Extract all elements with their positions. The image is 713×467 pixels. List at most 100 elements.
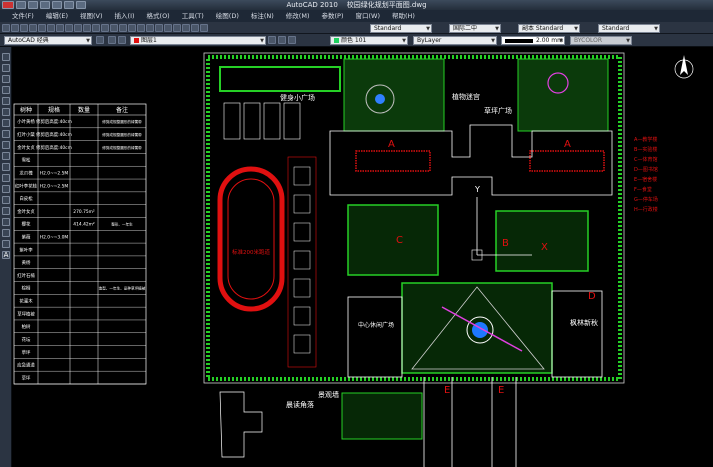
paste-icon[interactable] <box>74 24 82 32</box>
circle-icon[interactable] <box>2 119 10 127</box>
layer-iso-icon[interactable] <box>288 36 296 44</box>
mtext-icon[interactable]: A <box>2 251 10 259</box>
menu-bar: 文件(F) 编辑(E) 视图(V) 插入(I) 格式(O) 工具(T) 绘图(D… <box>0 10 713 22</box>
court <box>293 334 311 354</box>
pan-icon[interactable] <box>110 24 118 32</box>
dormitory-outline <box>219 391 263 458</box>
menu-view[interactable]: 视图(V) <box>74 10 109 22</box>
chevron-down-icon: ▼ <box>654 26 658 32</box>
markup-icon[interactable] <box>182 24 190 32</box>
sheet-set-icon[interactable] <box>173 24 181 32</box>
layer-state-icon[interactable] <box>118 36 126 44</box>
make-block-icon[interactable] <box>2 185 10 193</box>
quickcalc-icon[interactable] <box>191 24 199 32</box>
legend-header: 树种 <box>20 106 32 114</box>
autocad-window: AutoCAD 2010 校园绿化规划平面图.dwg 文件(F) 编辑(E) 视… <box>0 0 713 467</box>
match-icon[interactable] <box>83 24 91 32</box>
help-icon[interactable] <box>200 24 208 32</box>
multileader-style-select[interactable]: Standard ▼ <box>598 24 660 33</box>
copy-icon[interactable] <box>65 24 73 32</box>
legend-cell: 花坛 <box>22 336 31 343</box>
gradient-icon[interactable] <box>2 218 10 226</box>
text-style-select[interactable]: Standard ▼ <box>370 24 432 33</box>
tennis-courts <box>219 66 341 140</box>
north-arrow-needle <box>680 55 688 75</box>
publish-icon[interactable] <box>47 24 55 32</box>
menu-modify[interactable]: 修改(M) <box>280 10 316 22</box>
undo-icon[interactable] <box>92 24 100 32</box>
tool-palettes-icon[interactable] <box>164 24 172 32</box>
make-current-icon[interactable] <box>268 36 276 44</box>
menu-window[interactable]: 窗口(W) <box>349 10 386 22</box>
window-title: AutoCAD 2010 校园绿化规划平面图.dwg <box>0 0 713 10</box>
point-icon[interactable] <box>2 196 10 204</box>
redo-icon[interactable] <box>101 24 109 32</box>
table-style-select[interactable]: 副本 Standard ▼ <box>518 24 580 33</box>
polyline-icon[interactable] <box>2 75 10 83</box>
design-center-icon[interactable] <box>155 24 163 32</box>
linetype-select[interactable]: ByLayer ▼ <box>413 36 497 45</box>
court <box>243 102 261 140</box>
ucs-y-label: Y <box>474 185 480 194</box>
color-select[interactable]: 颜色 101 ▼ <box>330 36 408 45</box>
region-icon[interactable] <box>2 229 10 237</box>
menu-help[interactable]: 帮助(H) <box>386 10 421 22</box>
hatch-icon[interactable] <box>2 207 10 215</box>
properties-icon[interactable] <box>146 24 154 32</box>
court <box>283 102 301 140</box>
note-line: D—图书馆 <box>634 166 658 173</box>
cut-icon[interactable] <box>56 24 64 32</box>
revcloud-icon[interactable] <box>2 130 10 138</box>
rectangle-icon[interactable] <box>2 97 10 105</box>
landscape-garden <box>341 392 423 440</box>
legend-cell: H2.0~~3.0M <box>40 234 69 240</box>
layer-color-swatch <box>134 38 139 43</box>
drawing-canvas[interactable]: 树种 规格 数量 备注 小叶黄杨 修剪后高度:40cm 修剪成规整圆形的绿篱带 红叶小… <box>12 47 713 467</box>
ellipse-icon[interactable] <box>2 152 10 160</box>
legend-cell: 樱花 <box>22 221 31 228</box>
menu-insert[interactable]: 插入(I) <box>109 10 141 22</box>
hedge-row <box>219 66 341 92</box>
layer-previous-icon[interactable] <box>278 36 286 44</box>
menu-tools[interactable]: 工具(T) <box>176 10 210 22</box>
spline-icon[interactable] <box>2 141 10 149</box>
ellipse-arc-icon[interactable] <box>2 163 10 171</box>
court <box>293 278 311 298</box>
track-outer <box>217 166 285 312</box>
preview-icon[interactable] <box>38 24 46 32</box>
insert-block-icon[interactable] <box>2 174 10 182</box>
zoom-previous-icon[interactable] <box>137 24 145 32</box>
polygon-icon[interactable] <box>2 86 10 94</box>
workspace-select[interactable]: AutoCAD 经典 ▼ <box>4 36 92 45</box>
menu-file[interactable]: 文件(F) <box>6 10 40 22</box>
new-icon[interactable] <box>2 24 10 32</box>
multileader-style-value: Standard <box>602 25 630 32</box>
save-icon[interactable] <box>20 24 28 32</box>
menu-dimension[interactable]: 标注(N) <box>245 10 280 22</box>
legend-cell: 修剪后高度:40cm <box>36 118 72 125</box>
layer-manager-icon[interactable] <box>108 36 116 44</box>
open-icon[interactable] <box>11 24 19 32</box>
plotstyle-select[interactable]: BYCOLOR ▼ <box>570 36 632 45</box>
zone-d-label: D <box>588 291 596 302</box>
construction-line-icon[interactable] <box>2 64 10 72</box>
file-name: 校园绿化规划平面图.dwg <box>346 1 427 9</box>
menu-edit[interactable]: 编辑(E) <box>40 10 74 22</box>
print-icon[interactable] <box>29 24 37 32</box>
linetype-value: ByLayer <box>417 37 442 44</box>
menu-parametric[interactable]: 参数(P) <box>315 10 349 22</box>
menu-format[interactable]: 格式(O) <box>141 10 176 22</box>
lineweight-select[interactable]: 2.00 mm ▼ <box>501 36 565 45</box>
menu-draw[interactable]: 绘图(D) <box>210 10 245 22</box>
dim-style-select[interactable]: 国际二中 ▼ <box>449 24 501 33</box>
workspace-settings-icon[interactable] <box>96 36 104 44</box>
legend-cell: 柏树 <box>22 323 31 330</box>
layer-select[interactable]: 图层1 ▼ <box>130 36 266 45</box>
line-tool-icon[interactable] <box>2 53 10 61</box>
zoom-realtime-icon[interactable] <box>119 24 127 32</box>
legend-cell: 修剪后高度:40cm <box>36 131 72 138</box>
right-notes: A—教学楼 B—实验楼 C—体育馆 D—图书馆 E—宿舍楼 F—食堂 G—停车场… <box>634 136 658 213</box>
zoom-window-icon[interactable] <box>128 24 136 32</box>
arc-icon[interactable] <box>2 108 10 116</box>
table-icon[interactable] <box>2 240 10 248</box>
